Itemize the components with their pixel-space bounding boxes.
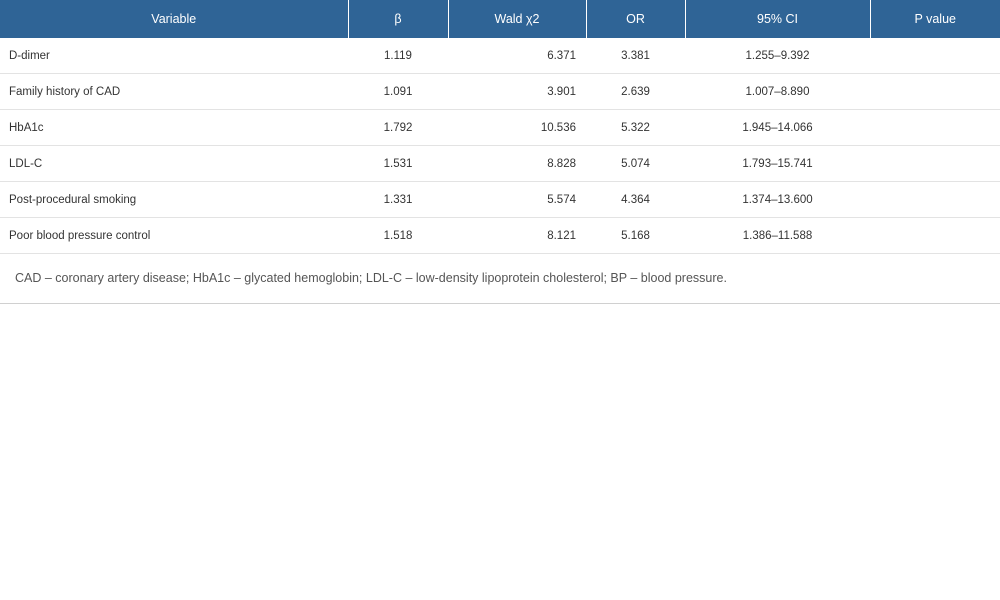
header-beta: β — [347, 0, 448, 38]
table-row: Poor blood pressure control 1.518 8.121 … — [0, 217, 1000, 254]
cell-p-value — [870, 145, 1000, 182]
cell-variable: D-dimer — [0, 38, 348, 74]
table-row: Family history of CAD 1.091 3.901 2.639 … — [0, 73, 1000, 110]
cell-wald: 8.828 — [448, 145, 586, 182]
cell-wald: 10.536 — [448, 109, 586, 146]
table-row: LDL-C 1.531 8.828 5.074 1.793–15.741 — [0, 145, 1000, 182]
cell-variable: HbA1c — [0, 109, 348, 146]
cell-p-value — [870, 181, 1000, 218]
cell-ci: 1.255–9.392 — [685, 38, 870, 74]
header-ci: 95% CI — [684, 0, 870, 38]
table-body: D-dimer 1.119 6.371 3.381 1.255–9.392 Fa… — [0, 38, 1000, 254]
cell-beta: 1.331 — [348, 181, 448, 218]
cell-p-value — [870, 73, 1000, 110]
cell-variable: LDL-C — [0, 145, 348, 182]
cell-beta: 1.792 — [348, 109, 448, 146]
cell-ci: 1.386–11.588 — [685, 217, 870, 254]
cell-ci: 1.374–13.600 — [685, 181, 870, 218]
cell-p-value — [870, 38, 1000, 74]
cell-beta: 1.091 — [348, 73, 448, 110]
cell-beta: 1.518 — [348, 217, 448, 254]
cell-wald: 3.901 — [448, 73, 586, 110]
header-variable: Variable — [0, 0, 348, 38]
header-or: OR — [585, 0, 685, 38]
table-header-row: Variable β Wald χ2 OR 95% CI P value — [0, 0, 1000, 38]
cell-ci: 1.007–8.890 — [685, 73, 870, 110]
cell-or: 5.322 — [586, 109, 685, 146]
cell-beta: 1.531 — [348, 145, 448, 182]
table-row: D-dimer 1.119 6.371 3.381 1.255–9.392 — [0, 38, 1000, 74]
header-wald: Wald χ2 — [447, 0, 586, 38]
cell-ci: 1.793–15.741 — [685, 145, 870, 182]
cell-wald: 6.371 — [448, 38, 586, 74]
header-p-value: P value — [869, 0, 1000, 38]
cell-or: 2.639 — [586, 73, 685, 110]
table-row: HbA1c 1.792 10.536 5.322 1.945–14.066 — [0, 109, 1000, 146]
cell-wald: 8.121 — [448, 217, 586, 254]
cell-beta: 1.119 — [348, 38, 448, 74]
cell-or: 3.381 — [586, 38, 685, 74]
cell-variable: Post-procedural smoking — [0, 181, 348, 218]
regression-table: Variable β Wald χ2 OR 95% CI P value D-d… — [0, 0, 1000, 254]
table-row: Post-procedural smoking 1.331 5.574 4.36… — [0, 181, 1000, 218]
cell-or: 5.074 — [586, 145, 685, 182]
cell-ci: 1.945–14.066 — [685, 109, 870, 146]
cell-p-value — [870, 109, 1000, 146]
cell-or: 5.168 — [586, 217, 685, 254]
table-footnote: CAD – coronary artery disease; HbA1c – g… — [0, 254, 1000, 304]
cell-or: 4.364 — [586, 181, 685, 218]
cell-wald: 5.574 — [448, 181, 586, 218]
results-table-container: Variable β Wald χ2 OR 95% CI P value D-d… — [0, 0, 1000, 304]
cell-variable: Poor blood pressure control — [0, 217, 348, 254]
cell-variable: Family history of CAD — [0, 73, 348, 110]
cell-p-value — [870, 217, 1000, 254]
